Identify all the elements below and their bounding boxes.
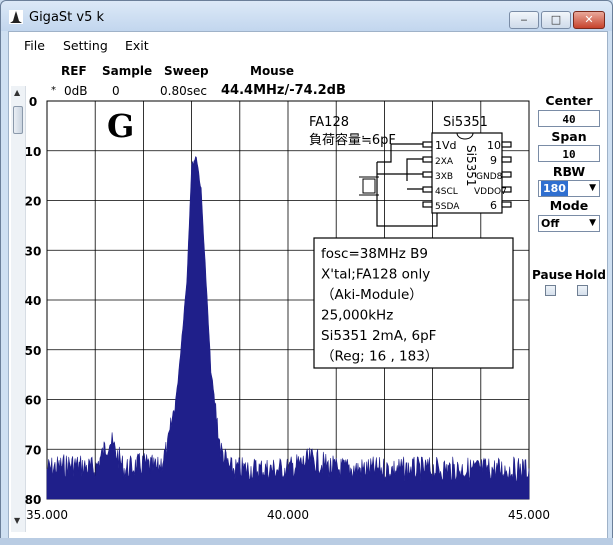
chevron-down-icon[interactable]: ▼ [589,181,596,196]
app-window: GigaSt v5 k ‒ □ ✕ File Setting Exit REF … [0,0,613,545]
chip-part-label: FA128 [309,115,349,130]
y-tick-label: 0 [29,95,37,109]
y-tick-label: 70 [25,443,42,457]
pin-6: 6 [490,199,497,212]
y-tick-label: 80 [25,493,42,507]
mode-select[interactable]: Off ▼ [538,215,600,232]
rbw-label: RBW [552,164,586,179]
ic-body-text: Si5351 [464,145,478,187]
title-bar[interactable]: GigaSt v5 k ‒ □ ✕ [1,1,612,31]
ref-marker: * [51,85,56,96]
sample-value: 0 [112,84,120,98]
pin-10: 10 [487,139,501,152]
center-label: Center [545,93,593,108]
note-line: X'tal;FA128 only [321,267,430,283]
mouse-label: Mouse [250,64,295,78]
sweep-value: 0.80sec [160,84,207,98]
rbw-select[interactable]: 180 ▼ [538,180,600,197]
scroll-up-icon[interactable]: ▲ [14,88,20,97]
note-line: 25,000kHz [321,308,393,324]
ref-label: REF [61,64,87,78]
maximize-button[interactable]: □ [541,11,571,29]
pin-1: 1Vd [435,139,457,152]
menu-exit[interactable]: Exit [125,38,149,53]
scroll-thumb[interactable] [13,106,23,134]
menu-setting[interactable]: Setting [63,38,108,53]
bottom-edge [0,538,613,545]
big-g-label: G [107,107,134,145]
pin-4: 4SCL [435,187,458,197]
sweep-label: Sweep [164,64,209,78]
close-button[interactable]: ✕ [573,11,605,29]
chevron-down-icon[interactable]: ▼ [589,216,596,231]
span-input[interactable]: 10 [538,145,600,162]
hold-checkbox[interactable] [577,285,588,296]
y-tick-labels: 0 10 20 30 40 50 60 70 80 [25,95,42,507]
pin-2: 2XA [435,157,454,167]
pin-5: 5SDA [435,202,460,212]
pin-8: GND8 [476,172,503,182]
note-line: （Reg; 16 , 183） [321,349,438,365]
note-line: （Aki-Module） [321,287,423,303]
y-tick-label: 40 [25,294,42,308]
hold-label: Hold [575,268,606,282]
client-area: File Setting Exit REF Sample Sweep Mouse… [8,31,608,541]
mode-label: Mode [549,198,589,213]
app-icon [9,10,23,24]
y-tick-label: 20 [25,195,42,209]
menu-bar: File Setting Exit [9,32,607,56]
pause-checkbox[interactable] [545,285,556,296]
x-tick-label: 35.000 [26,508,68,522]
scroll-down-icon[interactable]: ▼ [14,516,20,525]
x-tick-label: 40.000 [267,508,309,522]
pin-9: 9 [490,154,497,167]
sample-label: Sample [102,64,153,78]
window-title: GigaSt v5 k [29,10,105,25]
ic-name-label: Si5351 [443,115,488,130]
chip-note-label: 負荷容量≒6pF [309,132,396,148]
minimize-button[interactable]: ‒ [509,11,539,29]
y-tick-label: 50 [25,344,42,358]
pin-3: 3XB [435,172,453,182]
y-tick-label: 10 [25,145,42,159]
note-line: Si5351 2mA, 6pF [321,328,436,344]
x-tick-label: 45.000 [508,508,550,522]
y-tick-label: 60 [25,394,42,408]
note-line: fosc=38MHz B9 [321,246,428,262]
x-tick-labels: 35.000 40.000 45.000 [26,508,550,522]
mouse-value: 44.4MHz/-74.2dB [221,83,346,98]
y-tick-label: 30 [25,244,42,258]
ref-value: 0dB [64,84,88,98]
menu-file[interactable]: File [24,38,45,53]
center-input[interactable]: 40 [538,110,600,127]
mode-value: Off [541,217,560,230]
pin-7: VDDO7 [474,187,507,197]
pause-label: Pause [532,268,573,282]
span-label: Span [551,129,587,144]
spectrum-plot[interactable]: 0 10 20 30 40 50 60 70 80 35.000 40.000 45.000 G F… [25,95,607,531]
rbw-value: 180 [541,181,568,196]
